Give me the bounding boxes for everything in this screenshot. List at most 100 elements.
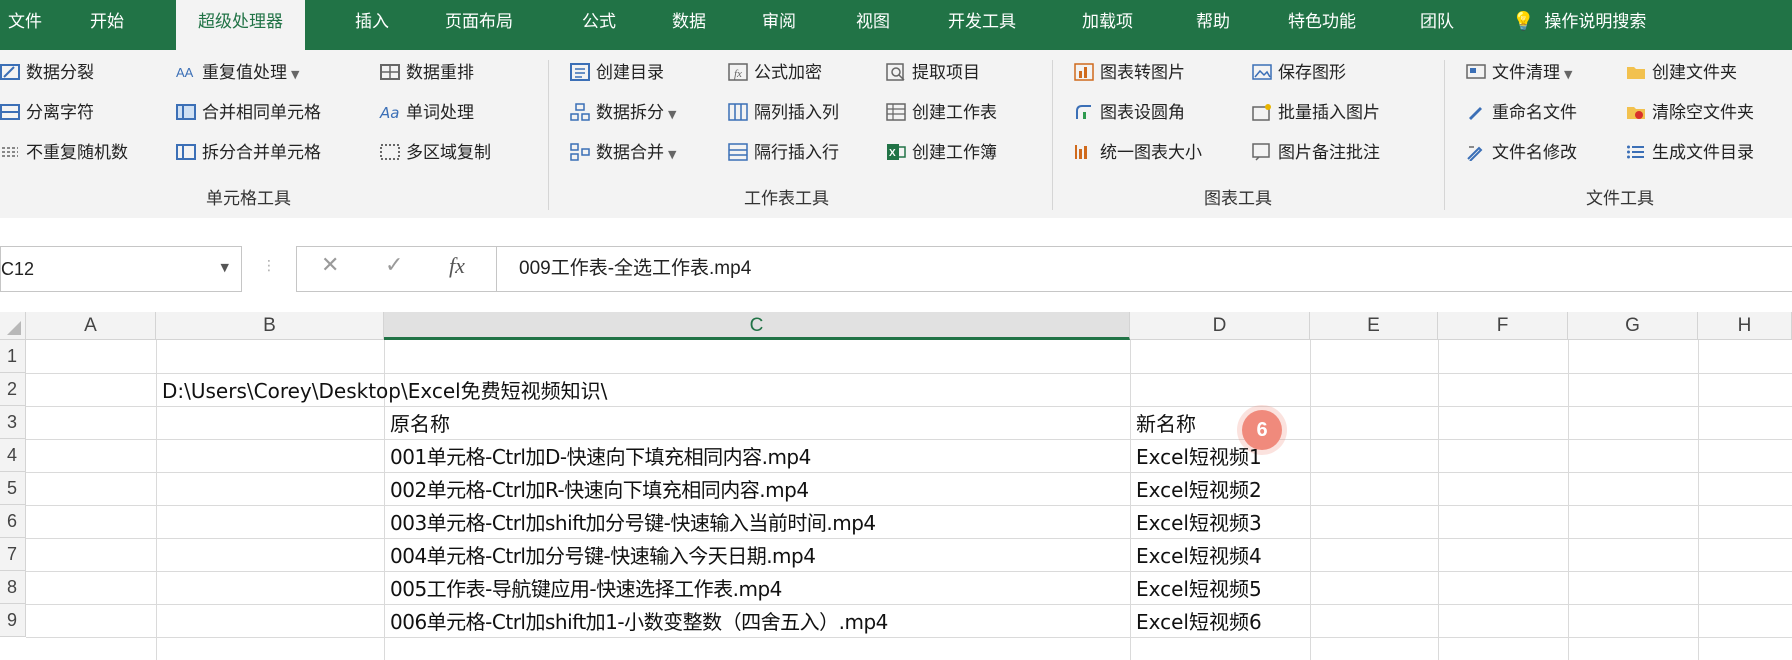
gridline [26,439,1792,440]
unique-random-button[interactable]: 不重复随机数 [0,138,128,168]
svg-text:fx: fx [734,68,742,80]
row-header-7[interactable]: 7 [0,538,26,571]
tab-page-layout[interactable]: 页面布局 [445,0,513,50]
gridline [26,538,1792,539]
extract-items-button[interactable]: 提取项目 [886,58,980,88]
filename-modify-button[interactable]: 文件名修改 [1466,138,1577,168]
tab-file[interactable]: 文件 [8,0,42,50]
create-folder-button[interactable]: 创建文件夹 [1626,58,1737,88]
batch-insert-images-button[interactable]: 批量插入图片 [1252,98,1380,128]
chart-icon [1074,63,1094,81]
insert-function-icon[interactable]: fx [449,253,465,279]
name-box[interactable]: C12 ▼ [0,246,242,292]
cell-c5[interactable]: 002单元格-Ctrl加R-快速向下填充相同内容.mp4 [390,472,809,505]
tab-insert[interactable]: 插入 [355,0,389,50]
multi-area-copy-button[interactable]: 多区域复制 [380,138,491,168]
merge-same-cells-button[interactable]: 合并相同单元格 [176,98,321,128]
cell-c6[interactable]: 003单元格-Ctrl加shift加分号键-快速输入当前时间.mp4 [390,505,876,538]
tab-super-processor[interactable]: 超级处理器 [176,0,305,50]
cell-d7[interactable]: Excel短视频4 [1136,538,1262,571]
rename-file-button[interactable]: 重命名文件 [1466,98,1577,128]
cell-c9[interactable]: 006单元格-Ctrl加shift加1-小数变整数（四舍五入）.mp4 [390,604,888,637]
cell-c8[interactable]: 005工作表-导航键应用-快速选择工作表.mp4 [390,571,782,604]
tell-me-search[interactable]: 💡 操作说明搜索 [1512,0,1646,50]
separate-chars-button[interactable]: 分离字符 [0,98,94,128]
cell-d6[interactable]: Excel短视频3 [1136,505,1262,538]
column-header-d[interactable]: D [1130,312,1310,340]
unmerge-cells-button[interactable]: 拆分合并单元格 [176,138,321,168]
cell-d4[interactable]: Excel短视频1 [1136,439,1262,472]
select-all-corner[interactable] [0,312,26,340]
column-header-f[interactable]: F [1438,312,1568,340]
row-header-6[interactable]: 6 [0,505,26,538]
row-header-9[interactable]: 9 [0,604,26,637]
cell-c7[interactable]: 004单元格-Ctrl加分号键-快速输入今天日期.mp4 [390,538,816,571]
column-header-h[interactable]: H [1698,312,1792,340]
row-header-2[interactable]: 2 [0,373,26,406]
word-processing-button[interactable]: Aa 单词处理 [380,98,474,128]
merge-sheet-data-button[interactable]: 数据合并 ▼ [570,138,676,168]
cancel-icon[interactable]: ✕ [321,253,339,278]
cell-b2[interactable]: D:\Users\Corey\Desktop\Excel免费短视频知识\ [162,373,607,406]
cell-c3[interactable]: 原名称 [390,406,450,439]
row-header-3[interactable]: 3 [0,406,26,439]
tab-view[interactable]: 视图 [856,0,890,50]
insert-alt-row-button[interactable]: 隔行插入行 [728,138,839,168]
chart-to-image-button[interactable]: 图表转图片 [1074,58,1185,88]
tab-developer[interactable]: 开发工具 [948,0,1016,50]
tab-help[interactable]: 帮助 [1196,0,1230,50]
gridline [26,637,1792,638]
formula-text: 009工作表-全选工作表.mp4 [519,258,752,279]
split-data-button[interactable]: 数据分裂 [0,58,94,88]
generate-file-directory-button[interactable]: 生成文件目录 [1626,138,1754,168]
select-all-triangle-icon [7,321,21,335]
column-header-c[interactable]: C [384,312,1130,340]
cell-d8[interactable]: Excel短视频5 [1136,571,1262,604]
create-worksheet-button[interactable]: 创建工作表 [886,98,997,128]
encrypt-formula-button[interactable]: fx 公式加密 [728,58,822,88]
gridline [1438,340,1439,660]
create-workbook-button[interactable]: X 创建工作簿 [886,138,997,168]
formula-input[interactable]: 009工作表-全选工作表.mp4 [496,246,1792,292]
cell-c4[interactable]: 001单元格-Ctrl加D-快速向下填充相同内容.mp4 [390,439,811,472]
row-header-4[interactable]: 4 [0,439,26,472]
enter-icon[interactable]: ✓ [385,253,403,278]
tab-formulas[interactable]: 公式 [582,0,616,50]
tab-review[interactable]: 审阅 [762,0,796,50]
create-toc-icon [570,63,590,81]
save-shape-button[interactable]: 保存图形 [1252,58,1346,88]
column-header-e[interactable]: E [1310,312,1438,340]
cell-d5[interactable]: Excel短视频2 [1136,472,1262,505]
cell-d3[interactable]: 新名称 [1136,406,1196,439]
tab-data[interactable]: 数据 [672,0,706,50]
svg-text:X: X [889,148,896,159]
image-note-comment-button[interactable]: 图片备注批注 [1252,138,1380,168]
column-header-g[interactable]: G [1568,312,1698,340]
create-toc-button[interactable]: 创建目录 [570,58,664,88]
row-header-1[interactable]: 1 [0,340,26,373]
file-cleanup-button[interactable]: 文件清理 ▼ [1466,58,1572,88]
unify-chart-size-button[interactable]: 统一图表大小 [1074,138,1202,168]
insert-column-icon [728,103,748,121]
column-header-a[interactable]: A [26,312,156,340]
cell-d9[interactable]: Excel短视频6 [1136,604,1262,637]
duplicate-values-button[interactable]: AA 重复值处理 ▼ [176,58,299,88]
chart-size-icon [1075,145,1087,159]
clear-empty-folders-button[interactable]: 清除空文件夹 [1626,98,1754,128]
excel-workbook-icon: X [887,144,906,160]
list-icon [1627,145,1644,159]
insert-alt-column-button[interactable]: 隔列插入列 [728,98,839,128]
formula-bar-resize-handle[interactable]: ⋮ [262,258,276,274]
row-header-5[interactable]: 5 [0,472,26,505]
row-header-8[interactable]: 8 [0,571,26,604]
chart-rounded-corner-button[interactable]: 图表设圆角 [1074,98,1185,128]
tab-home[interactable]: 开始 [90,0,124,50]
tab-team[interactable]: 团队 [1420,0,1454,50]
chevron-down-icon[interactable]: ▼ [221,261,229,274]
split-sheet-data-button[interactable]: 数据拆分 ▼ [570,98,676,128]
column-header-b[interactable]: B [156,312,384,340]
tab-special[interactable]: 特色功能 [1288,0,1356,50]
reorder-data-button[interactable]: 数据重排 [380,58,474,88]
merge-cells-icon [176,104,196,120]
tab-addins[interactable]: 加载项 [1082,0,1133,50]
